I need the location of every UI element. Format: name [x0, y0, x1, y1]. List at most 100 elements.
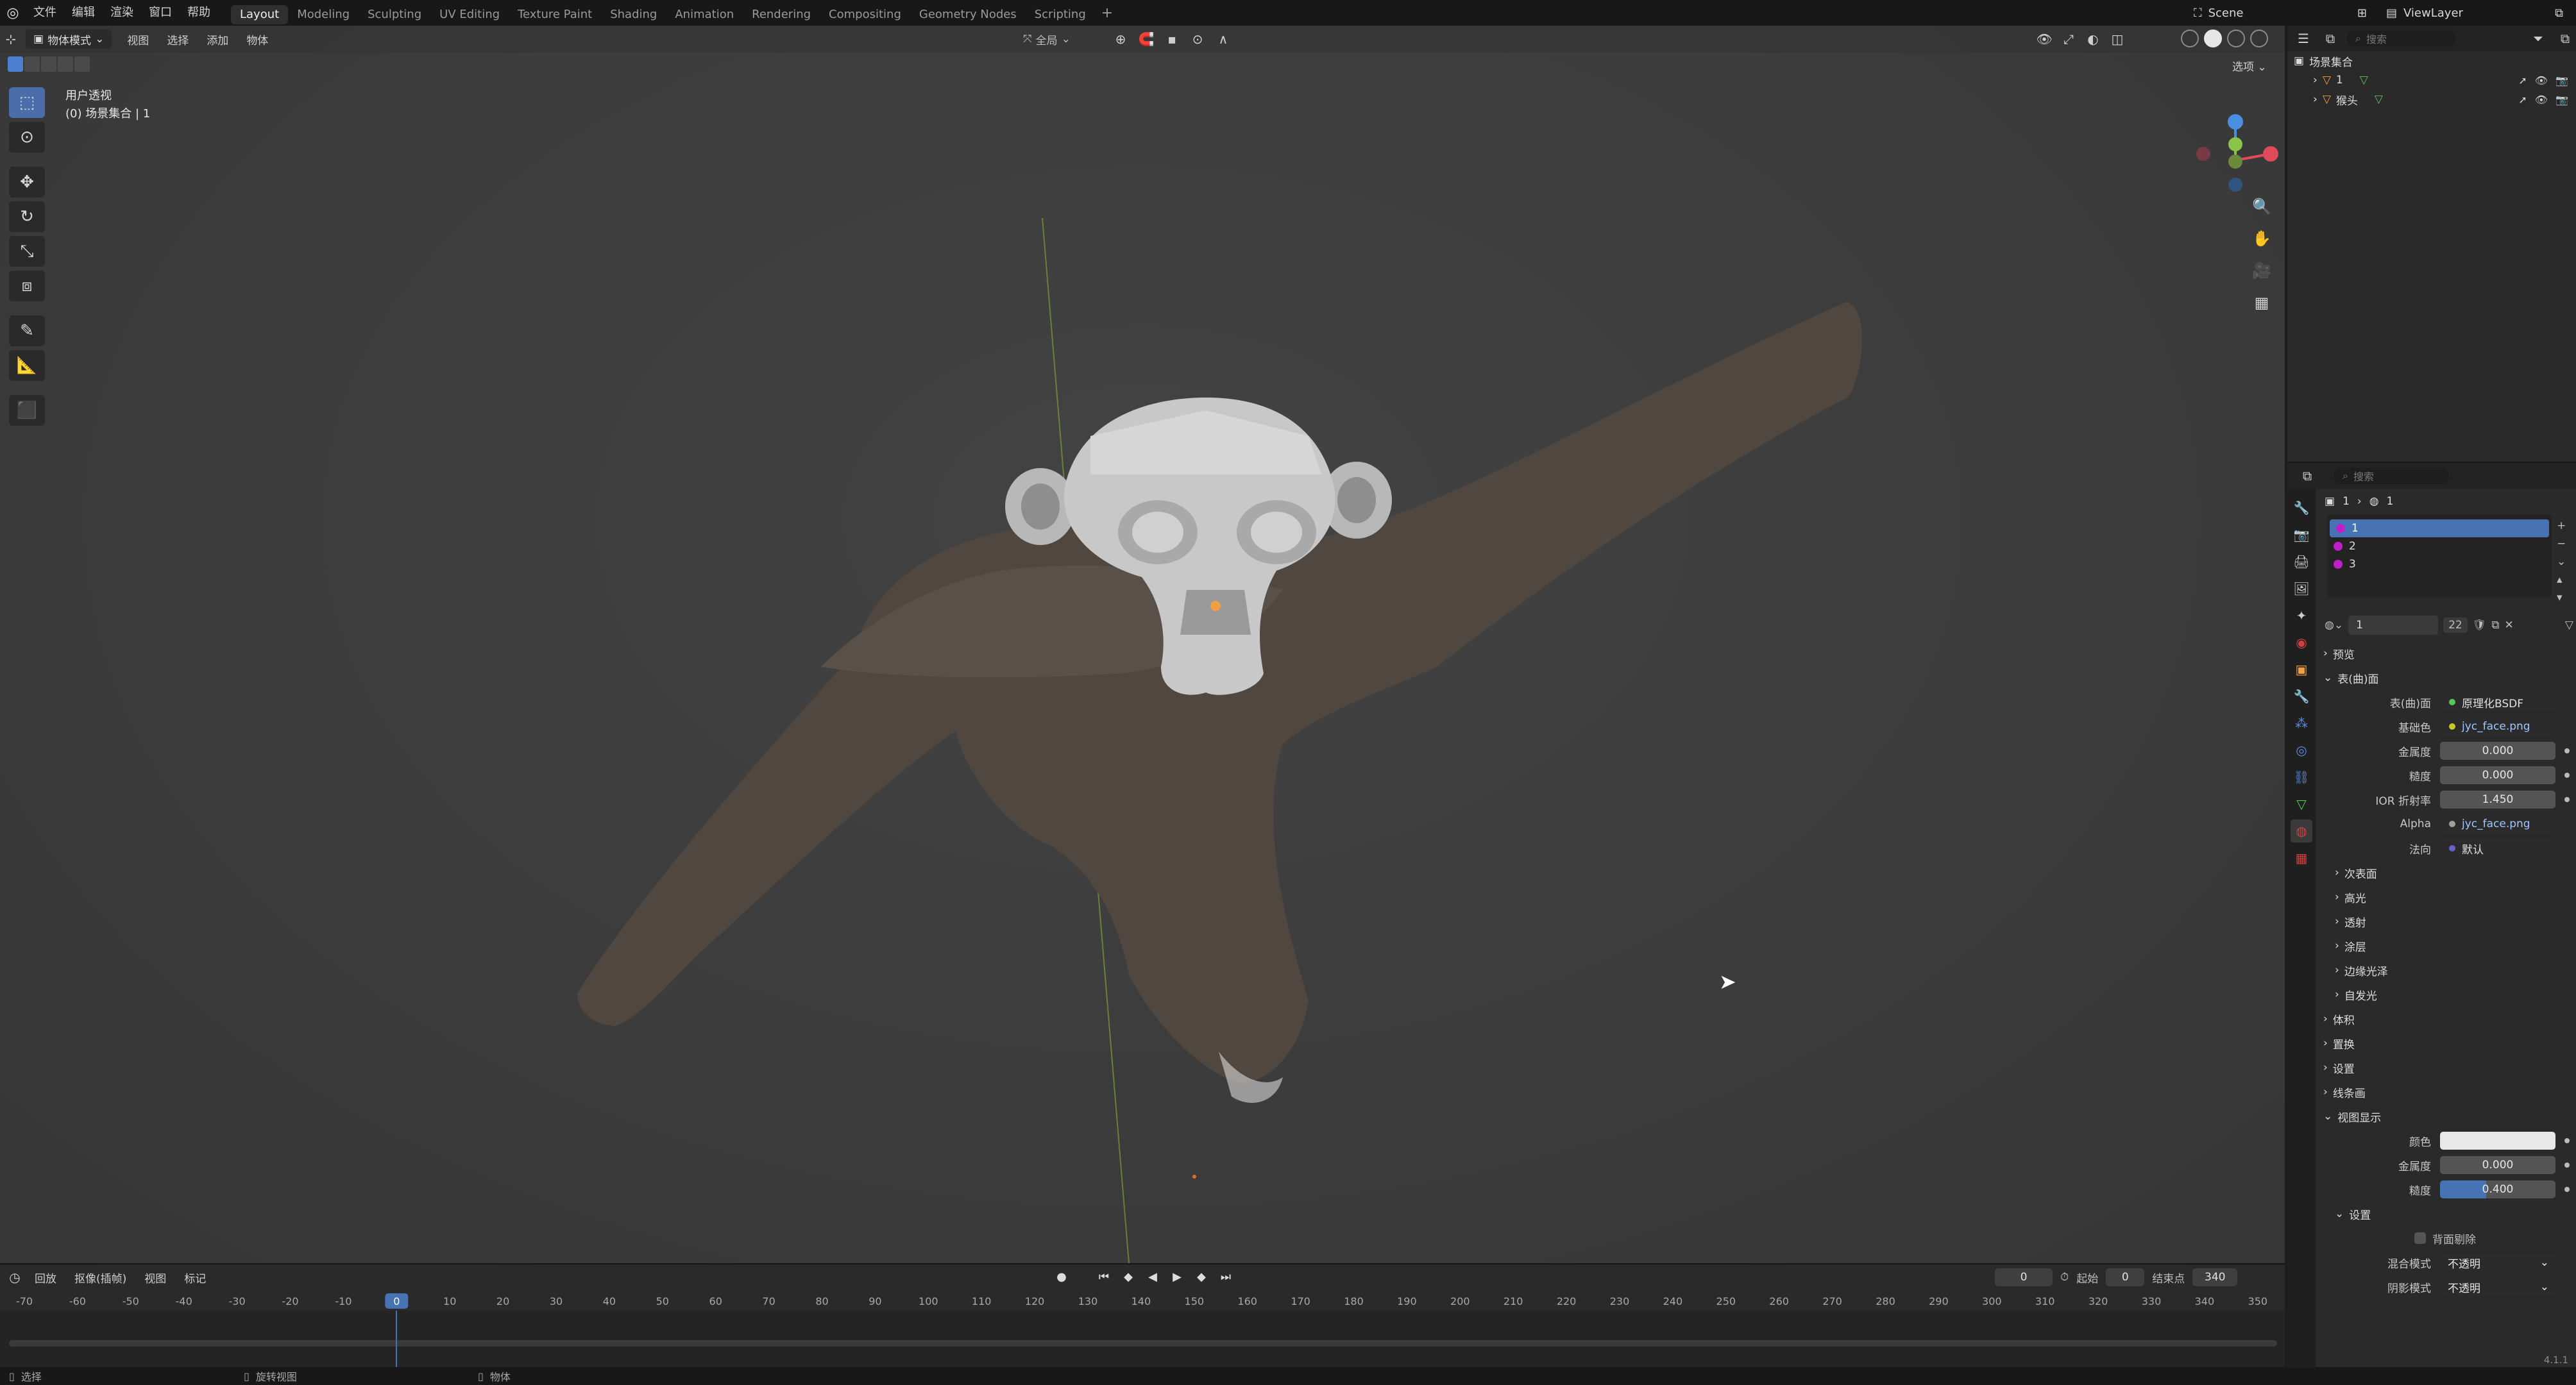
playhead-line[interactable]	[396, 1311, 398, 1368]
display-mode-icon[interactable]: ⧉	[2319, 29, 2341, 48]
current-frame-field[interactable]: 0	[1995, 1268, 2053, 1286]
timeline-menu-item[interactable]: 抠像(插帧)	[65, 1270, 135, 1286]
menu-item[interactable]: 文件	[26, 0, 64, 26]
snap-icon[interactable]: 🧲	[1135, 29, 1157, 49]
workspace-tab[interactable]: Layout	[231, 4, 289, 24]
fake-user-icon[interactable]: 🛡	[2473, 619, 2487, 632]
select-subtract-icon[interactable]	[41, 56, 56, 72]
timeline-tracks[interactable]	[0, 1311, 2285, 1368]
measure-tool-icon[interactable]: 📐	[9, 350, 45, 381]
material-tab-icon[interactable]: ◍	[2291, 819, 2312, 843]
menu-item[interactable]: 渲染	[103, 0, 141, 26]
scene-selector[interactable]: ⛶ Scene ⊞	[2194, 3, 2367, 23]
roughness-field[interactable]: 0.000	[2440, 766, 2555, 784]
options-dropdown[interactable]: 选项 ⌄	[2232, 58, 2267, 74]
timeline-editor[interactable]: ◷ 回放 抠像(插帧) 视图 标记 ● ⏮ ◆ ◀ ▶ ◆ ⏭ 0 ⏱ 起始 0 结束…	[0, 1263, 2285, 1368]
workspace-tab[interactable]: Modeling	[288, 5, 359, 24]
volume-panel-header[interactable]: › 体积	[2318, 1007, 2573, 1031]
normal-field[interactable]: 默认	[2440, 839, 2555, 857]
perspective-grid-icon[interactable]: ▦	[2250, 291, 2273, 314]
blender-logo-icon[interactable]: ◎	[0, 0, 26, 26]
move-up-icon[interactable]: ▴	[2557, 573, 2566, 586]
surface-subpanel-header[interactable]: › 次表面	[2318, 860, 2573, 885]
timeline-menu-item[interactable]: 标记	[175, 1270, 215, 1286]
solid-shading-button[interactable]	[2204, 29, 2222, 47]
move-down-icon[interactable]: ▾	[2557, 591, 2566, 604]
wireframe-shading-button[interactable]	[2181, 29, 2199, 47]
output-tab-icon[interactable]: 🖨	[2291, 550, 2312, 573]
render-tab-icon[interactable]: 📷	[2291, 523, 2312, 546]
outliner-row-object-1[interactable]: › ▽ 1 ▽ ➚ 👁 📷	[2287, 71, 2576, 90]
select-arrow-icon[interactable]: ➚	[2518, 94, 2527, 106]
metallic-field[interactable]: 0.000	[2440, 742, 2555, 760]
select-new-icon[interactable]	[8, 56, 23, 72]
remove-slot-icon[interactable]: −	[2557, 537, 2566, 550]
move-tool-icon[interactable]: ✥	[9, 167, 45, 197]
3d-viewport[interactable]: ⊹ ▣ 物体模式 ⌄ 视图 选择 添加 物体 ⤧ 全局 ⌄ ⊕ 🧲 ▪ ⊙ ∧ 👁 ⤢…	[0, 26, 2285, 1263]
workspace-tab[interactable]: Texture Paint	[509, 5, 601, 24]
surface-subpanel-header[interactable]: › 透射	[2318, 909, 2573, 934]
xray-icon[interactable]: ◫	[2106, 29, 2128, 49]
display-settings-subheader[interactable]: ⌄ 设置	[2318, 1202, 2573, 1226]
duplicate-icon[interactable]: ⧉	[2491, 619, 2499, 632]
modifier-tab-icon[interactable]: 🔧	[2291, 685, 2312, 708]
properties-editor[interactable]: ⧉ ⌕ 搜索 🔧 📷 🖨 🖼 ✦ ◉ ▣ 🔧 ⁂ ◎ ⛓ ▽ ◍ ▦ ▣ 1 ›…	[2287, 462, 2576, 1368]
physics-tab-icon[interactable]: ◎	[2291, 739, 2312, 762]
data-tab-icon[interactable]: ▽	[2291, 793, 2312, 816]
menu-item[interactable]: 编辑	[64, 0, 103, 26]
select-intersect-icon[interactable]	[74, 56, 90, 72]
annotate-tool-icon[interactable]: ✎	[9, 315, 45, 346]
workspace-tab[interactable]: Compositing	[820, 5, 910, 24]
view-layer-tab-icon[interactable]: 🖼	[2291, 577, 2312, 600]
mode-dropdown[interactable]: ▣ 物体模式 ⌄	[26, 29, 112, 49]
workspace-tab[interactable]: Geometry Nodes	[910, 5, 1026, 24]
cursor-tool-icon[interactable]: ⊙	[9, 122, 45, 153]
jump-end-icon[interactable]: ⏭	[1216, 1267, 1235, 1286]
menu-item[interactable]: 帮助	[180, 0, 218, 26]
material-users-count[interactable]: 22	[2443, 617, 2468, 633]
editor-type-icon[interactable]: ⊹	[0, 29, 22, 49]
end-frame-field[interactable]: 340	[2192, 1268, 2238, 1286]
workspace-tab[interactable]: Animation	[666, 5, 743, 24]
frame-ruler[interactable]: -70 -60 -50 -40 -30 -20 -10 0 10 20 30 40 50 60 70 80 90…	[0, 1291, 2285, 1311]
workspace-tab[interactable]: Rendering	[743, 5, 820, 24]
view-layer-selector[interactable]: ▤ ViewLayer ⧉	[2386, 3, 2572, 23]
camera-icon[interactable]: 📷	[2555, 74, 2568, 87]
backface-culling-checkbox[interactable]	[2414, 1232, 2426, 1244]
select-arrow-icon[interactable]: ➚	[2518, 74, 2527, 87]
settings-panel-header[interactable]: › 设置	[2318, 1055, 2573, 1080]
select-invert-icon[interactable]	[58, 56, 73, 72]
eye-icon[interactable]: 👁	[2535, 94, 2548, 106]
outliner-editor-icon[interactable]: ☰	[2292, 29, 2314, 48]
keyframe-dot-icon[interactable]	[2564, 1187, 2570, 1192]
unlink-icon[interactable]: ✕	[2504, 619, 2513, 632]
surface-subpanel-header[interactable]: › 高光	[2318, 885, 2573, 909]
outliner[interactable]: ☰ ⧉ ⌕ 搜索 ⏷ ⧉ ▣ 场景集合 › ▽ 1 ▽ ➚ 👁 📷 › ▽ 猴头…	[2287, 26, 2576, 462]
keyframe-dot-icon[interactable]	[2564, 1138, 2570, 1143]
material-shading-button[interactable]	[2227, 29, 2245, 47]
start-frame-field[interactable]: 0	[2106, 1268, 2145, 1286]
expand-arrow-icon[interactable]: ›	[2313, 74, 2318, 87]
filter-icon[interactable]: ⏷	[2527, 29, 2549, 48]
lineart-panel-header[interactable]: › 线条画	[2318, 1080, 2573, 1104]
add-cube-tool-icon[interactable]: ⬛	[9, 395, 45, 426]
scale-tool-icon[interactable]: ⤡	[9, 236, 45, 267]
surface-panel-header[interactable]: ⌄ 表(曲)面	[2318, 666, 2573, 690]
camera-view-icon[interactable]: 🎥	[2250, 259, 2273, 282]
viewport-menu-item[interactable]: 视图	[118, 31, 158, 47]
play-icon[interactable]: ▶	[1167, 1267, 1187, 1286]
navigation-gizmo[interactable]	[2187, 109, 2284, 205]
viewport-menu-item[interactable]: 添加	[198, 31, 237, 47]
outliner-search-input[interactable]: ⌕ 搜索	[2346, 30, 2455, 47]
workspace-tab[interactable]: Scripting	[1026, 5, 1095, 24]
proportional-icon[interactable]: ⊙	[1187, 29, 1208, 49]
particles-tab-icon[interactable]: ⁂	[2291, 712, 2312, 735]
blend-mode-dropdown[interactable]: 不透明 ⌄	[2440, 1254, 2555, 1272]
jump-start-icon[interactable]: ⏮	[1094, 1267, 1114, 1286]
alpha-field[interactable]: jyc_face.png	[2440, 815, 2555, 833]
texture-tab-icon[interactable]: ▦	[2291, 846, 2312, 869]
rendered-shading-button[interactable]	[2250, 29, 2268, 47]
snap-target-icon[interactable]: ▪	[1161, 29, 1183, 49]
pin-icon[interactable]: ⊞	[2357, 6, 2367, 20]
display-color-swatch[interactable]	[2440, 1132, 2555, 1150]
